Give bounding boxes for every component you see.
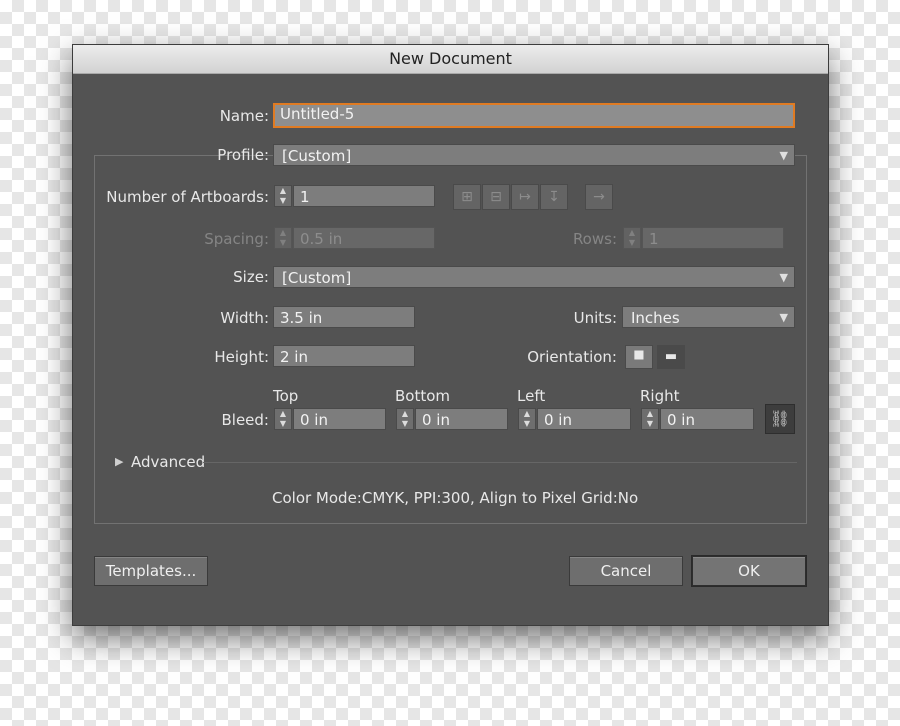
- height-input[interactable]: 2 in: [273, 345, 415, 367]
- artboards-input[interactable]: 1: [293, 185, 435, 207]
- landscape-icon[interactable]: ▬: [657, 345, 685, 369]
- bleed-left-label: Left: [517, 387, 546, 405]
- bleed-left-input[interactable]: 0 in: [537, 408, 631, 430]
- profile-label: Profile:: [217, 146, 269, 164]
- bleed-label: Bleed:: [221, 411, 270, 429]
- rows-stepper: ▲ ▼: [623, 227, 641, 249]
- bleed-top-label: Top: [273, 387, 299, 405]
- arrange-by-row-icon[interactable]: ↦: [511, 184, 539, 210]
- name-input[interactable]: Untitled-5: [273, 103, 795, 128]
- dialog-title: New Document: [73, 45, 828, 74]
- spacing-label: Spacing:: [204, 230, 269, 248]
- advanced-toggle[interactable]: Advanced: [131, 453, 205, 471]
- size-dropdown[interactable]: [Custom] ▼: [273, 266, 795, 288]
- units-label: Units:: [573, 309, 617, 327]
- bleed-right-input[interactable]: 0 in: [660, 408, 754, 430]
- new-document-dialog: New Document Name: Untitled-5 Profile: […: [72, 44, 829, 626]
- link-icon[interactable]: ⛓: [765, 404, 795, 434]
- profile-dropdown[interactable]: [Custom] ▼: [273, 144, 795, 166]
- grid-by-row-icon[interactable]: ⊞: [453, 184, 481, 210]
- arrange-by-column-icon[interactable]: ↧: [540, 184, 568, 210]
- width-input[interactable]: 3.5 in: [273, 306, 415, 328]
- advanced-divider: [203, 462, 797, 463]
- units-value: Inches: [631, 309, 680, 327]
- width-label: Width:: [220, 309, 269, 327]
- artboards-stepper[interactable]: ▲ ▼: [274, 185, 292, 207]
- size-value: [Custom]: [282, 269, 352, 287]
- bleed-left-stepper[interactable]: ▲ ▼: [518, 408, 536, 430]
- bleed-bottom-input[interactable]: 0 in: [415, 408, 508, 430]
- disclosure-triangle-icon[interactable]: ▶: [115, 455, 123, 468]
- chevron-down-icon: ▼: [779, 149, 788, 162]
- cancel-button[interactable]: Cancel: [569, 556, 683, 586]
- bleed-right-label: Right: [640, 387, 680, 405]
- document-summary: Color Mode:CMYK, PPI:300, Align to Pixel…: [272, 489, 639, 507]
- portrait-icon[interactable]: ⯀: [625, 345, 653, 369]
- size-label: Size:: [233, 268, 269, 286]
- bleed-bottom-stepper[interactable]: ▲ ▼: [396, 408, 414, 430]
- artboards-label: Number of Artboards:: [106, 188, 269, 206]
- spacing-input: 0.5 in: [293, 227, 435, 249]
- grid-by-column-icon[interactable]: ⊟: [482, 184, 510, 210]
- bleed-bottom-label: Bottom: [395, 387, 451, 405]
- ok-button[interactable]: OK: [692, 556, 806, 586]
- bleed-top-stepper[interactable]: ▲ ▼: [274, 408, 292, 430]
- spacing-stepper: ▲ ▼: [274, 227, 292, 249]
- rows-input: 1: [642, 227, 784, 249]
- profile-value: [Custom]: [282, 147, 352, 165]
- name-label: Name:: [219, 107, 269, 125]
- templates-button[interactable]: Templates...: [94, 556, 208, 586]
- units-dropdown[interactable]: Inches ▼: [622, 306, 795, 328]
- height-label: Height:: [214, 348, 269, 366]
- orientation-label: Orientation:: [527, 348, 617, 366]
- chevron-down-icon: ▼: [779, 271, 788, 284]
- rows-label: Rows:: [572, 230, 617, 248]
- right-to-left-icon[interactable]: →: [585, 184, 613, 210]
- bleed-top-input[interactable]: 0 in: [293, 408, 386, 430]
- bleed-right-stepper[interactable]: ▲ ▼: [641, 408, 659, 430]
- chevron-down-icon: ▼: [779, 311, 788, 324]
